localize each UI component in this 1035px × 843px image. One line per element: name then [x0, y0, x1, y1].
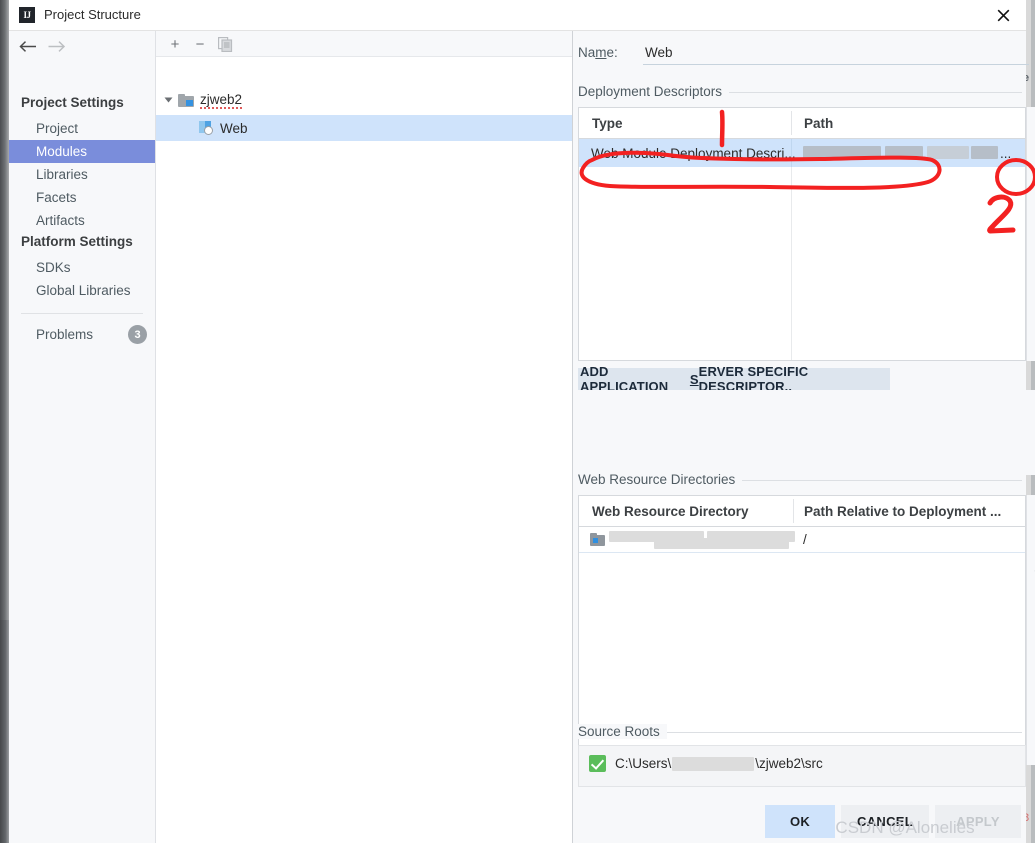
folder-icon: [590, 533, 605, 546]
help-question-icon[interactable]: ?: [1027, 579, 1035, 605]
plus-icon[interactable]: +: [1027, 110, 1035, 136]
source-root-row[interactable]: C:\Users\ \zjweb2\src: [589, 755, 823, 772]
name-label-post: e:: [606, 45, 618, 60]
arrow-right-icon[interactable]: [45, 36, 67, 56]
name-label-mnemonic: m: [595, 45, 607, 60]
web-resource-directories-toolbar: + − ?: [1026, 495, 1035, 765]
module-name-label: Name:: [578, 45, 618, 60]
minus-icon[interactable]: −: [189, 34, 211, 54]
header-divider[interactable]: [791, 111, 792, 135]
table-row[interactable]: Web Module Deployment Descri... ...: [579, 139, 1025, 167]
tree-node-web[interactable]: Web: [156, 115, 572, 141]
source-root-prefix: C:\Users\: [615, 756, 672, 771]
settings-sidebar: Project Settings Project Modules Librari…: [9, 31, 156, 843]
edit-pencil-icon[interactable]: [1027, 164, 1035, 190]
minus-icon[interactable]: −: [1027, 525, 1035, 551]
dialog-title: Project Structure: [44, 7, 141, 22]
cell-path-redacted: [971, 146, 998, 159]
checkbox-checked-icon[interactable]: [589, 755, 606, 772]
chevron-down-icon[interactable]: [164, 97, 173, 103]
nav-group-project-settings: Project Settings: [21, 95, 124, 110]
deployment-descriptors-label: Deployment Descriptors: [578, 84, 730, 99]
deployment-descriptors-rule: [713, 92, 1022, 93]
sidebar-item-libraries[interactable]: Libraries: [9, 163, 155, 186]
module-detail-panel: Name: Deployment Descriptors Type Path W…: [573, 31, 1035, 843]
column-header-type[interactable]: Type: [592, 108, 623, 138]
cell-path-redacted: [803, 146, 881, 159]
web-resource-directories-label: Web Resource Directories: [578, 472, 743, 487]
sidebar-item-sdks[interactable]: SDKs: [9, 256, 155, 279]
source-roots-box: C:\Users\ \zjweb2\src: [578, 745, 1026, 787]
source-roots-label: Source Roots: [578, 724, 667, 739]
sidebar-item-facets[interactable]: Facets: [9, 186, 155, 209]
column-divider: [791, 167, 792, 360]
csdn-watermark: CSDN @Alonelies: [835, 818, 975, 837]
row-divider: [579, 552, 1025, 553]
ok-button[interactable]: OK: [765, 805, 835, 838]
intellij-idea-icon: IJ: [19, 7, 35, 23]
table-row[interactable]: /: [579, 527, 1025, 552]
web-resource-directories-rule: [733, 480, 1022, 481]
ide-backdrop-left-lower: [0, 620, 9, 843]
deployment-descriptors-table: Type Path Web Module Deployment Descri..…: [578, 107, 1026, 361]
module-tree-toolbar: + −: [156, 31, 572, 57]
column-header-path-relative[interactable]: Path Relative to Deployment ...: [804, 496, 1001, 526]
name-label-pre: Na: [578, 45, 596, 60]
table-header: Web Resource Directory Path Relative to …: [579, 496, 1025, 527]
cell-path-redacted: [885, 146, 923, 159]
plus-icon[interactable]: +: [164, 34, 186, 54]
close-icon[interactable]: [980, 0, 1026, 31]
cell-path-redacted: [927, 146, 969, 159]
sidebar-item-problems[interactable]: Problems 3: [9, 323, 155, 346]
source-root-suffix: \zjweb2\src: [755, 756, 823, 771]
column-header-path[interactable]: Path: [804, 108, 833, 138]
cell-relative-path: /: [803, 532, 807, 547]
copy-icon[interactable]: [214, 34, 236, 54]
project-structure-dialog: e 0 8 IJ Project Structure: [0, 0, 1035, 843]
edit-pencil-icon[interactable]: [1027, 552, 1035, 578]
cell-path-suffix: ...: [1000, 145, 1012, 161]
tree-node-zjweb2[interactable]: zjweb2: [156, 87, 572, 113]
cell-divider: [791, 139, 792, 167]
nav-group-platform-settings: Platform Settings: [21, 234, 133, 249]
module-name-input[interactable]: [643, 43, 1029, 65]
sidebar-item-modules[interactable]: Modules: [9, 140, 155, 163]
add-application-server-descriptor-link[interactable]: ADD APPLICATION S ERVER SPECIFIC DESCRIPT…: [578, 364, 890, 394]
descriptor-empty-area: [578, 390, 1035, 475]
dialog-titlebar: IJ Project Structure: [9, 0, 1026, 31]
source-roots-rule: [663, 732, 1022, 733]
module-tree-panel: + − zjweb2 Web: [156, 31, 573, 843]
sidebar-item-project[interactable]: Project: [9, 117, 155, 140]
header-divider[interactable]: [793, 499, 794, 523]
tree-node-label: Web: [220, 120, 248, 136]
source-root-redacted: [672, 756, 755, 771]
column-header-web-resource-directory[interactable]: Web Resource Directory: [592, 496, 749, 526]
sidebar-divider: [21, 313, 143, 314]
arrow-left-icon[interactable]: [17, 36, 39, 56]
sidebar-item-problems-label: Problems: [36, 327, 94, 342]
add-descriptor-mnemonic: S: [689, 371, 699, 387]
deployment-descriptors-toolbar: + −: [1026, 107, 1035, 361]
table-header: Type Path: [579, 108, 1025, 139]
minus-icon[interactable]: −: [1027, 137, 1035, 163]
problems-count-badge: 3: [128, 325, 147, 344]
web-facet-icon: [198, 120, 214, 136]
module-folder-icon: [178, 93, 194, 107]
sidebar-item-global-libraries[interactable]: Global Libraries: [9, 279, 155, 302]
cell-directory-redacted: [707, 531, 795, 542]
tree-node-label: zjweb2: [200, 91, 243, 109]
navigation-arrows: [9, 31, 156, 61]
cell-type: Web Module Deployment Descri...: [591, 145, 796, 161]
sidebar-item-artifacts[interactable]: Artifacts: [9, 209, 155, 232]
plus-icon[interactable]: +: [1027, 498, 1035, 524]
